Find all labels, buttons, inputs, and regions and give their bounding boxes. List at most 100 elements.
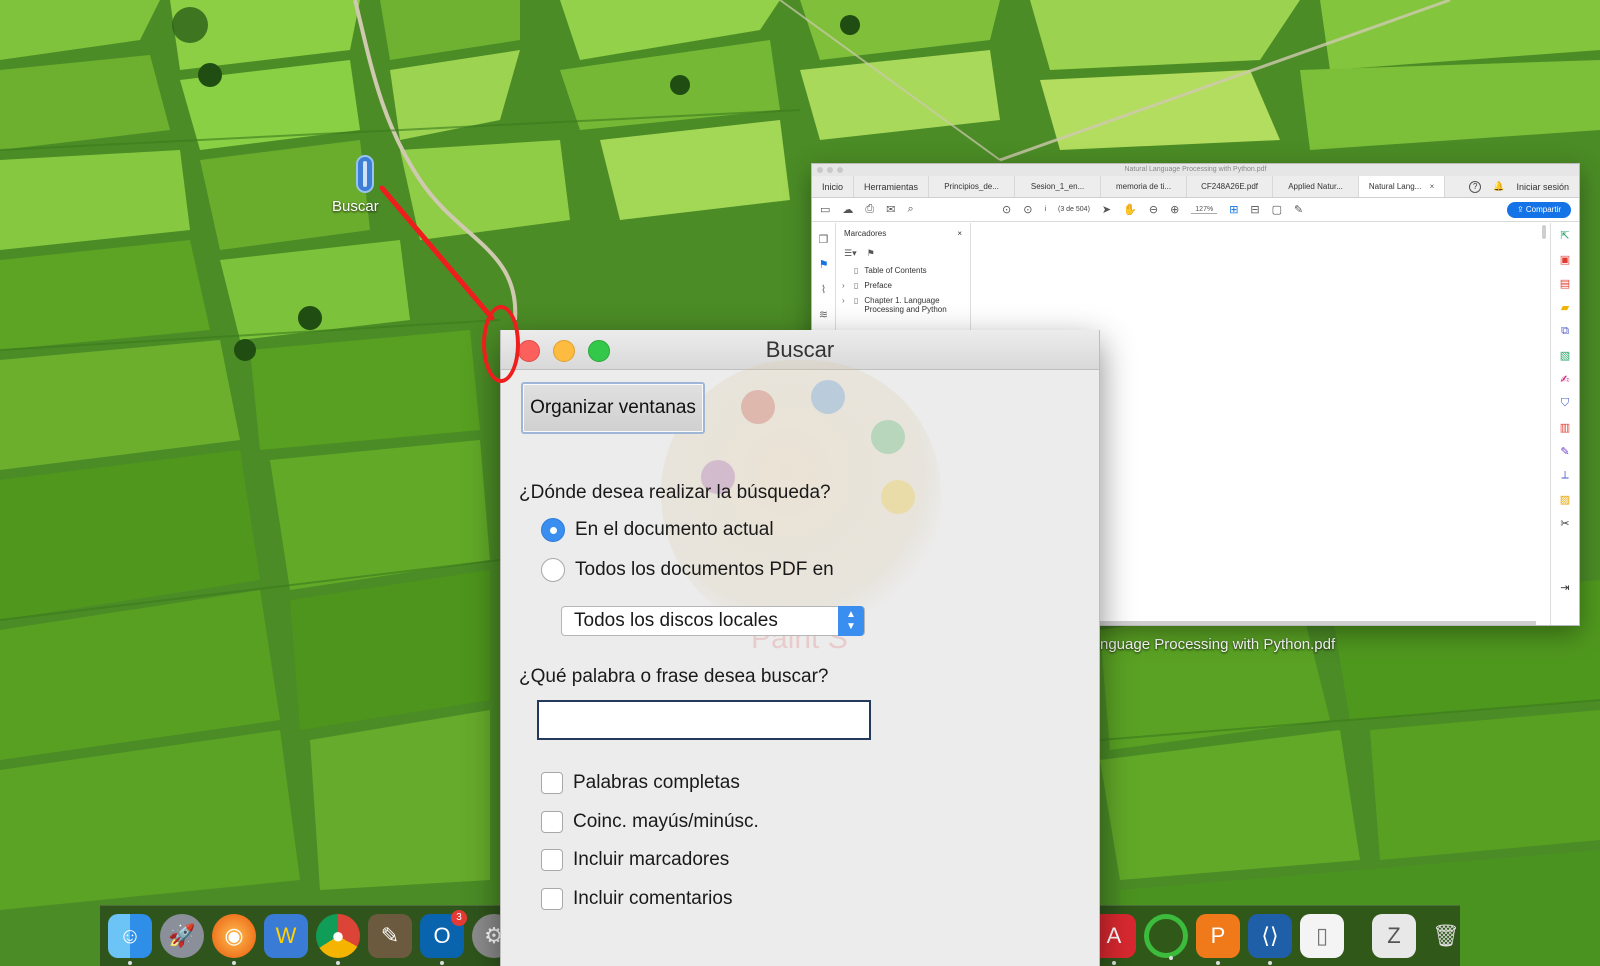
organize-pages-icon[interactable]: ▤ xyxy=(1560,277,1570,290)
tab-herramientas[interactable]: Herramientas xyxy=(854,176,930,197)
acrobat-window-controls[interactable] xyxy=(817,167,843,173)
option-whole-words[interactable]: Palabras completas xyxy=(541,772,740,794)
doc-tab[interactable]: Principios_de... xyxy=(929,176,1016,197)
checkbox[interactable] xyxy=(541,772,563,794)
scroll-mode-icon[interactable]: ⊟ xyxy=(1250,203,1259,216)
desktop-file-caption[interactable]: nguage Processing with Python.pdf xyxy=(1100,636,1335,653)
compress-icon[interactable]: ▥ xyxy=(1560,421,1570,434)
signin-link[interactable]: Iniciar sesión xyxy=(1516,182,1569,192)
firefox-icon[interactable]: ◉ xyxy=(212,914,256,965)
doc-tab[interactable]: CF248A26E.pdf xyxy=(1187,176,1274,197)
upload-icon[interactable]: ☁ xyxy=(842,203,853,216)
checkbox[interactable] xyxy=(541,849,563,871)
chevron-right-icon[interactable]: › xyxy=(842,296,848,305)
zip-archive-icon[interactable]: Z xyxy=(1372,914,1416,958)
option-label[interactable]: Incluir marcadores xyxy=(573,849,729,871)
option-match-case[interactable]: Coinc. mayús/minúsc. xyxy=(541,811,759,833)
create-pdf-icon[interactable]: ▣ xyxy=(1560,253,1570,266)
location-select[interactable]: Todos los discos locales ▲ ▼ xyxy=(561,606,865,636)
bell-icon[interactable]: 🔔 xyxy=(1493,181,1504,192)
radio-all-label[interactable]: Todos los documentos PDF en xyxy=(575,559,834,581)
comment-tool-icon[interactable]: ▰ xyxy=(1561,301,1569,314)
minimize-dot[interactable] xyxy=(827,167,833,173)
attachment-icon[interactable]: ⌇ xyxy=(821,283,826,296)
checkbox[interactable] xyxy=(541,888,563,910)
option-include-bookmarks[interactable]: Incluir marcadores xyxy=(541,849,729,871)
option-include-comments[interactable]: Incluir comentarios xyxy=(541,888,732,910)
radio-button-selected[interactable] xyxy=(541,518,565,542)
checkbox[interactable] xyxy=(541,811,563,833)
document-icon[interactable]: ▯ xyxy=(1300,914,1344,958)
gimp-icon[interactable]: ✎ xyxy=(368,914,412,958)
minimize-button[interactable] xyxy=(553,340,575,362)
zoom-button[interactable] xyxy=(588,340,610,362)
pointer-icon[interactable]: ➤ xyxy=(1102,203,1111,216)
collapse-panel-icon[interactable]: ⇥ xyxy=(1560,581,1569,594)
option-label[interactable]: Coinc. mayús/minúsc. xyxy=(573,811,759,833)
wunderlist-icon[interactable]: W xyxy=(264,914,308,958)
prev-page-icon[interactable]: ⊙ xyxy=(1002,203,1011,216)
vertical-scrollbar[interactable] xyxy=(1542,225,1546,239)
option-label[interactable]: Palabras completas xyxy=(573,772,740,794)
radio-button[interactable] xyxy=(541,558,565,582)
help-icon[interactable]: ? xyxy=(1469,180,1482,193)
circle-app-icon[interactable] xyxy=(1144,914,1188,960)
protect-icon[interactable]: ⛉ xyxy=(1561,397,1569,410)
fill-sign-icon[interactable]: ✍ xyxy=(1560,373,1569,386)
pages-icon[interactable]: ❐ xyxy=(819,233,829,246)
new-bookmark-icon[interactable]: ⚑ xyxy=(867,248,875,259)
layers-icon[interactable]: ≋ xyxy=(819,308,828,321)
bookmark-icon[interactable]: ⚑ xyxy=(819,258,829,271)
combine-files-icon[interactable]: ⧉ xyxy=(1561,325,1569,338)
trash-icon[interactable]: 🗑 xyxy=(1424,914,1468,958)
certificate-icon[interactable]: ⟂ xyxy=(1561,469,1568,482)
export-file-icon[interactable]: ▨ xyxy=(1560,493,1570,506)
tab-inicio[interactable]: Inicio xyxy=(812,176,855,197)
outlook-icon[interactable]: O 3 xyxy=(420,910,467,965)
bookmark-item[interactable]: › ▯ Preface xyxy=(836,278,970,293)
mail-icon[interactable]: ✉ xyxy=(886,203,895,216)
launchpad-icon[interactable]: 🚀 xyxy=(160,914,204,958)
radio-all-documents[interactable]: Todos los documentos PDF en xyxy=(541,558,834,582)
next-page-icon[interactable]: ⊙ xyxy=(1023,203,1032,216)
radio-current-label[interactable]: En el documento actual xyxy=(575,519,774,541)
buscar-shortcut-label[interactable]: Buscar xyxy=(332,198,379,215)
chevron-right-icon[interactable]: › xyxy=(842,281,848,290)
more-tools-icon[interactable]: ✂ xyxy=(1560,517,1569,530)
share-button[interactable]: ⇪ Compartir xyxy=(1506,202,1571,218)
export-pdf-icon[interactable]: ⇱ xyxy=(1560,229,1569,242)
pen-icon[interactable]: ✎ xyxy=(1294,203,1303,216)
send-sign-icon[interactable]: ✎ xyxy=(1560,445,1569,458)
tab-close-icon[interactable]: × xyxy=(1430,182,1435,191)
comment-icon[interactable]: ▢ xyxy=(1272,203,1282,216)
bookmark-options-icon[interactable]: ☰▾ xyxy=(844,248,857,259)
bookmark-item[interactable]: › ▯ Chapter 1. Language Processing and P… xyxy=(836,293,970,317)
close-button[interactable] xyxy=(518,340,540,362)
finder-icon[interactable]: ☺ xyxy=(108,914,152,965)
select-arrows-icon[interactable]: ▲ ▼ xyxy=(838,606,864,636)
organize-windows-button[interactable]: Organizar ventanas xyxy=(521,382,705,434)
fit-page-icon[interactable]: ⊞ xyxy=(1229,203,1238,216)
option-label[interactable]: Incluir comentarios xyxy=(573,888,732,910)
zoom-out-icon[interactable]: ⊖ xyxy=(1149,203,1158,216)
close-dot[interactable] xyxy=(817,167,823,173)
edit-pdf-icon[interactable]: ▧ xyxy=(1560,349,1570,362)
radio-current-document[interactable]: En el documento actual xyxy=(541,518,774,542)
bookmark-item[interactable]: ▯ Table of Contents xyxy=(836,263,970,278)
search-input[interactable] xyxy=(537,700,871,740)
close-icon[interactable]: × xyxy=(957,229,962,238)
hand-icon[interactable]: ✋ xyxy=(1123,203,1137,216)
page-number-input[interactable]: i xyxy=(1044,206,1046,213)
doc-tab[interactable]: memoria de ti... xyxy=(1101,176,1188,197)
vscode-icon[interactable]: ⟨⟩ xyxy=(1248,914,1292,965)
doc-tab-active[interactable]: Natural Lang... × xyxy=(1359,176,1446,197)
search-icon[interactable]: ⌕ xyxy=(907,203,913,216)
print-icon[interactable]: ⎙ xyxy=(865,203,874,216)
doc-tab[interactable]: Applied Natur... xyxy=(1273,176,1360,197)
buscar-shortcut-icon[interactable] xyxy=(356,155,374,193)
zoom-select[interactable]: 127% xyxy=(1191,206,1218,214)
zoom-in-icon[interactable]: ⊕ xyxy=(1170,203,1179,216)
pdf-expert-icon[interactable]: P xyxy=(1196,914,1240,965)
chrome-icon[interactable]: ● xyxy=(316,914,360,965)
doc-tab[interactable]: Sesion_1_en... xyxy=(1015,176,1102,197)
